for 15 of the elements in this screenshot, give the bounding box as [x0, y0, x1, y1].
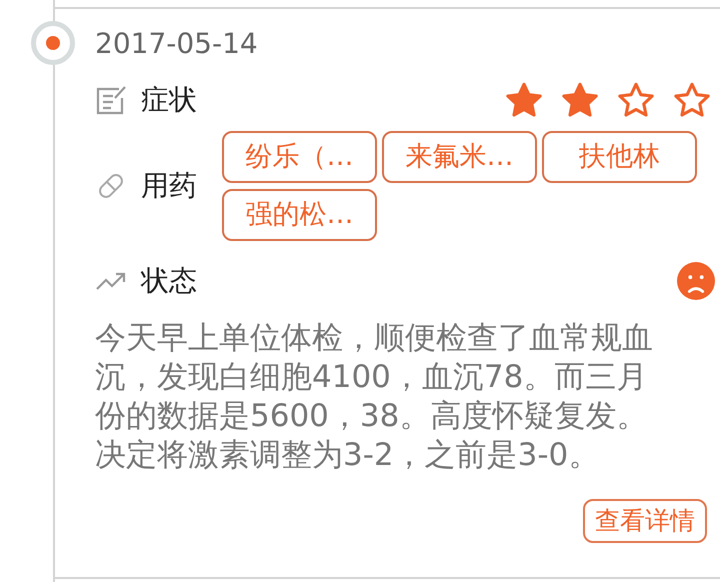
medication-tag: 纷乐（… — [222, 131, 377, 183]
filled-star-icon — [561, 82, 599, 118]
medication-tag: 强的松… — [222, 189, 377, 241]
empty-star-icon — [617, 82, 655, 118]
medication-label: 用药 — [141, 168, 197, 204]
entry-date: 2017-05-14 — [95, 26, 259, 62]
medication-tag: 来氟米… — [382, 131, 537, 183]
status-label: 状态 — [141, 263, 197, 299]
empty-star-icon — [673, 82, 711, 118]
symptoms-label: 症状 — [141, 82, 197, 118]
medication-tag: 扶他林 — [542, 131, 697, 183]
status-note: 今天早上单位体检，顺便检查了血常规血沉，发现白细胞4100，血沉78。而三月份的数据是5600，38。高度怀疑复发。决定将激素调整为3-2，之前是3-0。 — [95, 319, 654, 475]
note-edit-icon — [95, 84, 127, 116]
view-details-button[interactable]: 查看详情 — [583, 499, 707, 543]
filled-star-icon — [505, 82, 543, 118]
